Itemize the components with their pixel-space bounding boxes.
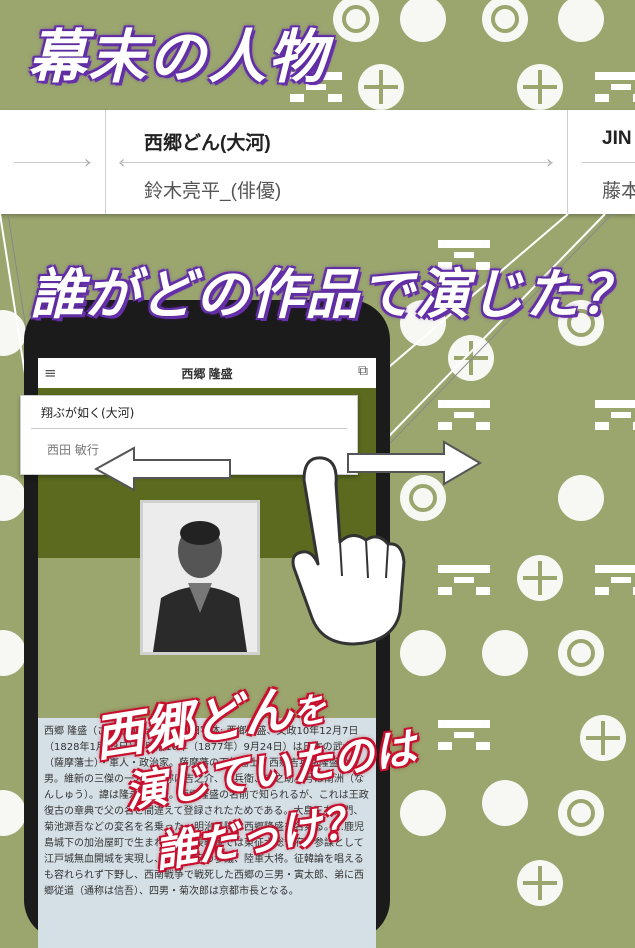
pointing-hand-icon	[291, 456, 406, 646]
actor-name: 西田 敏行	[47, 443, 99, 457]
drama-title: 翔ぶが如く(大河)	[41, 406, 135, 420]
external-link-icon[interactable]: ⧉	[358, 363, 368, 379]
app-bar: ≡ 西郷 隆盛 ⧉	[38, 358, 376, 389]
card-divider	[31, 428, 347, 429]
app-title: 西郷 隆盛	[181, 367, 233, 381]
title-middle: 誰がどの作品で演じた？	[30, 262, 635, 326]
portrait-image	[140, 500, 260, 655]
arrow-left-icon	[94, 446, 231, 492]
